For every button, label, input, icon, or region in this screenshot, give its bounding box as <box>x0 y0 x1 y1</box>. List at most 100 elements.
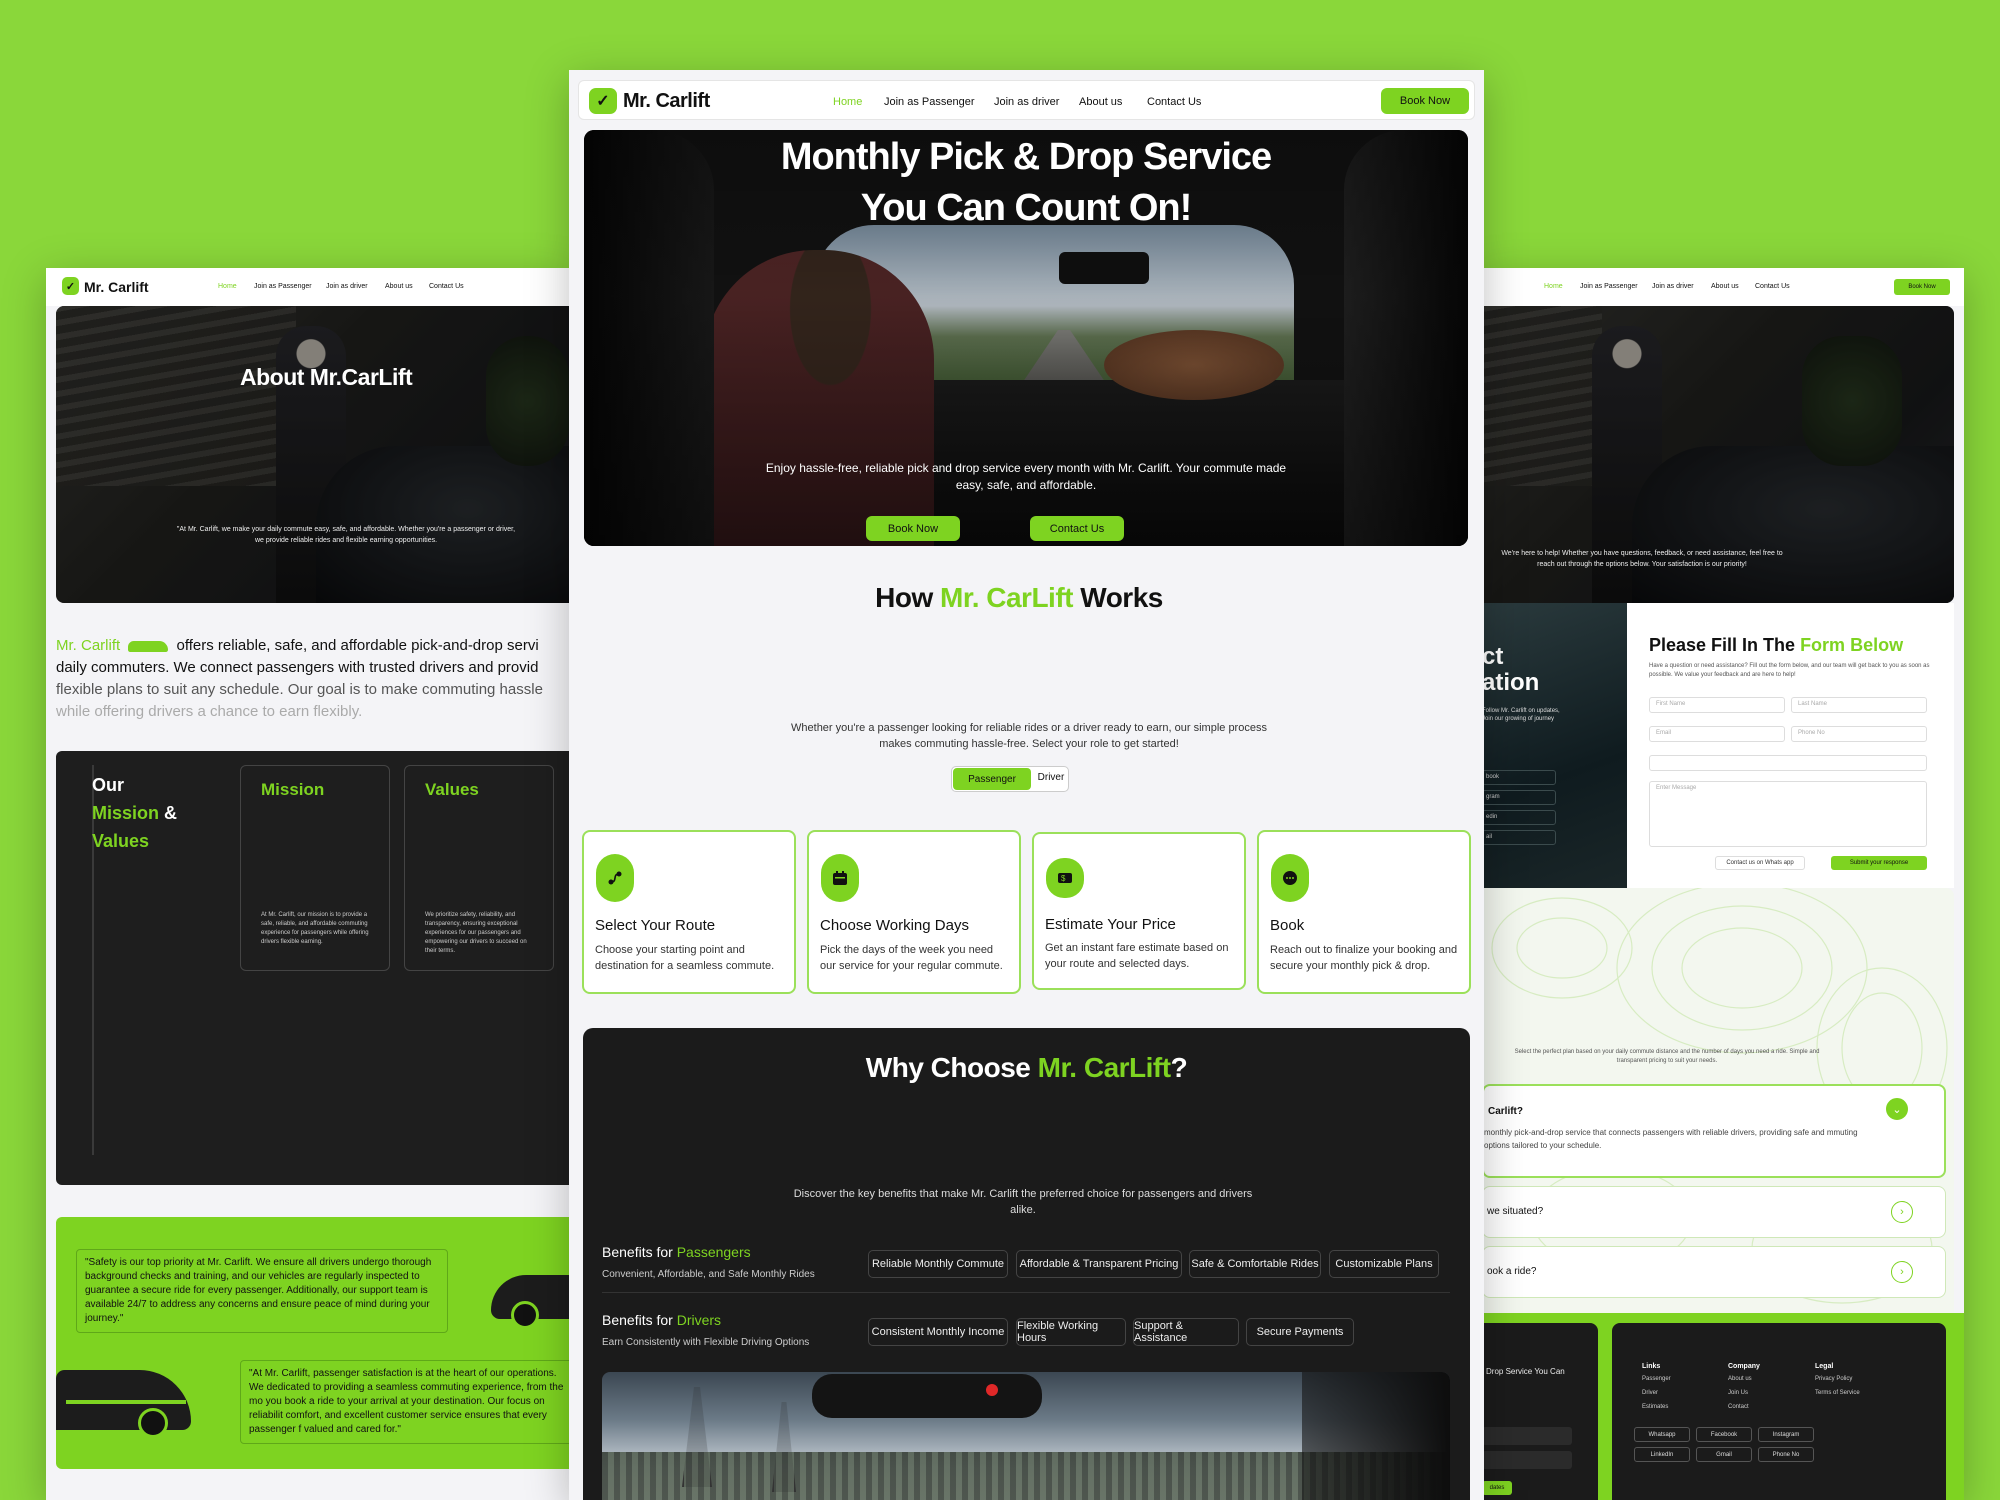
footer-link[interactable]: Terms of Service <box>1815 1390 1860 1396</box>
pill-affordable-pricing: Affordable & Transparent Pricing <box>1016 1250 1182 1278</box>
social-instagram[interactable]: Instagram <box>1758 1427 1814 1442</box>
footer-right-panel: Links Passenger Driver Estimates Company… <box>1612 1323 1946 1500</box>
whatsapp-button[interactable]: Contact us on Whats app <box>1715 856 1805 870</box>
nav-driver[interactable]: Join as driver <box>1652 283 1694 290</box>
nav-home[interactable]: Home <box>1544 283 1563 290</box>
mv-values: Values <box>92 831 150 851</box>
how-desc: Whether you're a passenger looking for r… <box>791 722 1267 750</box>
nav-passenger[interactable]: Join as Passenger <box>884 96 975 108</box>
nav-book-button[interactable]: Book Now <box>1894 279 1950 295</box>
nav-contact[interactable]: Contact Us <box>429 283 464 290</box>
logo-icon[interactable]: ✓ <box>589 88 617 114</box>
message-field[interactable]: Enter Message <box>1649 781 1927 847</box>
toggle-driver[interactable]: Driver <box>1034 772 1068 783</box>
intro-line4: while offering drivers a chance to earn … <box>56 703 363 720</box>
form-title: Please Fill In The Form Below <box>1649 635 1903 656</box>
pill-reliable-commute: Reliable Monthly Commute <box>868 1250 1008 1278</box>
contact-info-panel: ct ation Follow Mr. Carlift on updates, … <box>1482 603 1627 888</box>
contact-form: Please Fill In The Form Below Have a que… <box>1627 603 1954 888</box>
logo-icon[interactable]: ✓ <box>62 277 79 295</box>
side-link-email[interactable]: ail <box>1482 830 1556 845</box>
contact-navbar: Home Join as Passenger Join as driver Ab… <box>1482 268 1964 306</box>
faq-item-3[interactable]: ook a ride? › <box>1482 1246 1946 1298</box>
subject-field[interactable] <box>1649 755 1927 771</box>
step-title: Book <box>1270 917 1305 934</box>
hero-contact-button[interactable]: Contact Us <box>1030 516 1124 541</box>
footer-col-legal: Legal Privacy Policy Terms of Service <box>1815 1363 1860 1396</box>
last-name-field[interactable]: Last Name <box>1791 697 1927 713</box>
footer-link[interactable]: Contact <box>1728 1404 1760 1410</box>
step-text: Choose your starting point and destinati… <box>595 944 775 972</box>
intro-line3: flexible plans to suit any schedule. Our… <box>56 681 543 698</box>
mission-title: Mission <box>261 780 325 799</box>
nav-contact[interactable]: Contact Us <box>1755 283 1790 290</box>
nav-contact[interactable]: Contact Us <box>1147 96 1201 108</box>
wheel-icon <box>138 1408 168 1438</box>
logo-text[interactable]: Mr. Carlift <box>623 90 710 113</box>
hero-book-button[interactable]: Book Now <box>866 516 960 541</box>
contact-info-title-1: ct <box>1482 643 1504 670</box>
social-phone[interactable]: Phone No <box>1758 1447 1814 1462</box>
chevron-right-icon[interactable]: › <box>1891 1201 1913 1223</box>
submit-button[interactable]: Submit your response <box>1831 856 1927 870</box>
quote-safety: "Safety is our top priority at Mr. Carli… <box>76 1249 448 1333</box>
step-title: Choose Working Days <box>820 917 969 934</box>
faq-item-1[interactable]: Carlift? monthly pick-and-drop service t… <box>1482 1084 1946 1178</box>
mv-mission: Mission <box>92 803 160 823</box>
why-title-c: ? <box>1170 1052 1188 1083</box>
pill-custom-plans: Customizable Plans <box>1329 1250 1439 1278</box>
side-link-instagram[interactable]: gram <box>1482 790 1556 805</box>
nav-driver[interactable]: Join as driver <box>326 283 368 290</box>
nav-passenger[interactable]: Join as Passenger <box>254 283 312 290</box>
about-hero-image: About Mr.CarLift "At Mr. Carlift, we mak… <box>56 306 569 603</box>
footer-link[interactable]: Estimates <box>1642 1404 1671 1410</box>
footer-col-company: Company About us Join Us Contact <box>1728 1363 1760 1410</box>
chevron-right-icon[interactable]: › <box>1891 1261 1913 1283</box>
phone-field[interactable]: Phone No <box>1791 726 1927 742</box>
first-name-field[interactable]: First Name <box>1649 697 1785 713</box>
footer-link[interactable]: Join Us <box>1728 1390 1760 1396</box>
nav-passenger[interactable]: Join as Passenger <box>1580 283 1638 290</box>
logo-text[interactable]: Mr. Carlift <box>84 279 149 295</box>
social-whatsapp[interactable]: Whatsapp <box>1634 1427 1690 1442</box>
how-title-a: How <box>875 582 941 613</box>
nav-driver[interactable]: Join as driver <box>994 96 1059 108</box>
step-card-book[interactable]: Book Reach out to finalize your booking … <box>1257 830 1471 994</box>
social-linkedin[interactable]: LinkedIn <box>1634 1447 1690 1462</box>
side-link-linkedin[interactable]: edin <box>1482 810 1556 825</box>
hero-subtitle: Enjoy hassle-free, reliable pick and dro… <box>765 461 1287 492</box>
nav-home[interactable]: Home <box>833 96 862 108</box>
footer-updates-button[interactable]: dates <box>1482 1481 1512 1495</box>
role-toggle: Passenger Driver <box>951 766 1069 792</box>
toggle-passenger[interactable]: Passenger <box>953 768 1031 790</box>
step-card-price[interactable]: $ Estimate Your Price Get an instant far… <box>1032 832 1246 990</box>
hero-image: Monthly Pick & Drop Service You Can Coun… <box>584 130 1468 546</box>
social-facebook[interactable]: Facebook <box>1696 1427 1752 1442</box>
footer-input-2[interactable] <box>1482 1451 1572 1469</box>
step-card-route[interactable]: Select Your Route Choose your starting p… <box>582 830 796 994</box>
divider <box>602 1292 1450 1293</box>
faq-item-2[interactable]: we situated? › <box>1482 1186 1946 1238</box>
nav-home[interactable]: Home <box>218 283 237 290</box>
side-link-facebook[interactable]: book <box>1482 770 1556 785</box>
nav-about[interactable]: About us <box>1079 96 1122 108</box>
email-field[interactable]: Email <box>1649 726 1785 742</box>
footer-link[interactable]: About us <box>1728 1376 1760 1382</box>
form-title-a: Please Fill In The <box>1649 635 1801 655</box>
social-gmail[interactable]: Gmail <box>1696 1447 1752 1462</box>
home-navbar: ✓ Mr. Carlift Home Join as Passenger Joi… <box>578 80 1475 120</box>
pill-safe-rides: Safe & Comfortable Rides <box>1189 1250 1321 1278</box>
footer-link[interactable]: Privacy Policy <box>1815 1376 1860 1382</box>
chevron-down-icon[interactable]: ⌄ <box>1886 1098 1908 1120</box>
nav-book-button[interactable]: Book Now <box>1381 88 1469 114</box>
benefit-label-a: Benefits for <box>602 1312 677 1328</box>
nav-about[interactable]: About us <box>1711 283 1739 290</box>
footer-link[interactable]: Driver <box>1642 1390 1671 1396</box>
footer-link[interactable]: Passenger <box>1642 1376 1671 1382</box>
footer-input-1[interactable] <box>1482 1427 1572 1445</box>
intro-brand: Mr. Carlift <box>56 637 121 654</box>
pill-support: Support & Assistance <box>1133 1318 1239 1346</box>
why-title-a: Why Choose <box>865 1052 1038 1083</box>
nav-about[interactable]: About us <box>385 283 413 290</box>
step-card-days[interactable]: Choose Working Days Pick the days of the… <box>807 830 1021 994</box>
